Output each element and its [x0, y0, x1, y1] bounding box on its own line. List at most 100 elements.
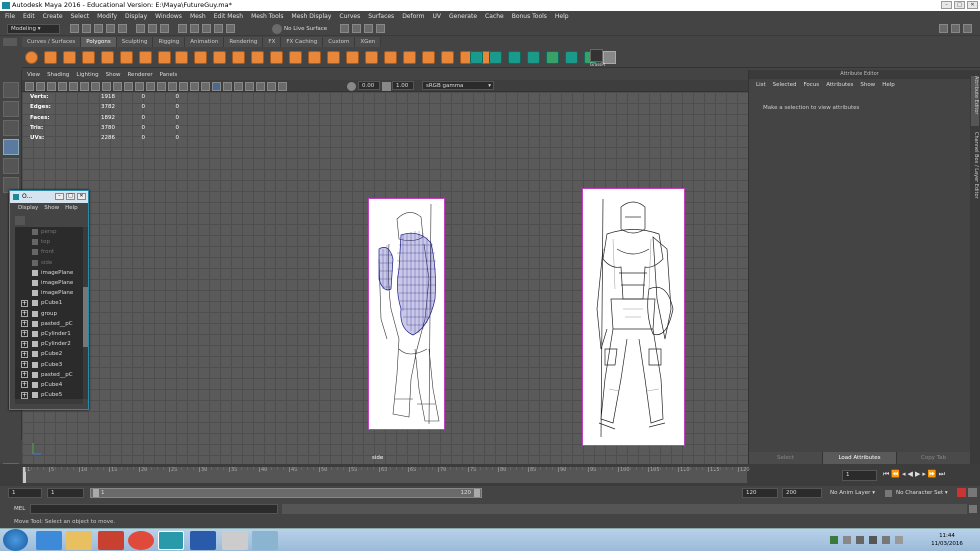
snap-grid-icon[interactable] [178, 24, 187, 33]
outliner-search-icon[interactable] [15, 216, 25, 225]
attribute-editor-tab[interactable]: Attribute Editor [971, 76, 979, 126]
menu-mesh[interactable]: Mesh [190, 13, 206, 20]
boolean-difference-icon[interactable] [308, 51, 321, 64]
outliner-item[interactable]: + pCylinder2 [15, 339, 83, 349]
outliner-item[interactable]: imagePlane [15, 288, 83, 298]
field-chart-icon[interactable] [113, 82, 122, 91]
new-scene-icon[interactable] [70, 24, 79, 33]
expand-icon[interactable]: + [21, 340, 28, 348]
outliner-item[interactable]: + pCube2 [15, 349, 83, 359]
xray-icon[interactable] [201, 82, 210, 91]
flag-tray-icon[interactable] [843, 536, 851, 544]
menu-mesh-tools[interactable]: Mesh Tools [251, 13, 283, 20]
menu-edit-mesh[interactable]: Edit Mesh [214, 13, 243, 20]
menu-bonus-tools[interactable]: Bonus Tools [512, 13, 547, 20]
expand-icon[interactable]: + [21, 320, 28, 328]
fill-hole-icon[interactable] [270, 51, 283, 64]
menu-cache[interactable]: Cache [485, 13, 504, 20]
xray-joints-icon[interactable] [223, 82, 232, 91]
shelf-tab-xgen[interactable]: XGen [355, 37, 382, 47]
menu-deform[interactable]: Deform [402, 13, 424, 20]
expand-icon[interactable]: + [21, 391, 28, 399]
poly-torus-icon[interactable] [101, 51, 114, 64]
isolate-select-icon[interactable] [212, 82, 221, 91]
step-back-frame-icon[interactable]: ◂ [902, 470, 906, 479]
menu-windows[interactable]: Windows [155, 13, 182, 20]
snap-curve-icon[interactable] [190, 24, 199, 33]
outliner-list[interactable]: persp top front side imagePlane imagePlane ima… [15, 227, 83, 399]
paint-select-tool-icon[interactable] [3, 120, 19, 136]
anti-aliasing-icon[interactable] [267, 82, 276, 91]
time-slider-track[interactable]: 1 5 10 15 20 25 30 35 40 45 50 55 60 65 70 75 80 85 90 95 10… [22, 467, 750, 483]
expand-icon[interactable]: + [21, 299, 28, 307]
smooth-icon[interactable] [213, 51, 226, 64]
live-surface-field[interactable]: No Live Surface [284, 24, 327, 34]
mode-selector[interactable]: Modeling ▾ [7, 24, 60, 34]
outliner-hscrollbar[interactable] [15, 399, 83, 404]
go-to-start-icon[interactable]: ⏮ [883, 470, 889, 479]
attr-menu-show[interactable]: Show [860, 79, 875, 91]
shelf-tab-polygons[interactable]: Polygons [81, 37, 117, 47]
motion-blur-icon[interactable] [256, 82, 265, 91]
go-to-end-icon[interactable]: ⏭ [939, 470, 945, 479]
character-set-dropdown[interactable]: No Character Set ▾ [896, 488, 948, 498]
play-forwards-icon[interactable]: ▶ [915, 470, 920, 479]
poly-cylinder-icon[interactable] [63, 51, 76, 64]
attr-menu-list[interactable]: List [756, 79, 766, 91]
outliner-maximize-button[interactable]: □ [66, 193, 75, 200]
textured-icon[interactable] [179, 82, 188, 91]
select-camera-icon[interactable] [25, 82, 34, 91]
step-forward-frame-icon[interactable]: ▸ [922, 470, 926, 479]
close-button[interactable]: ✕ [967, 1, 978, 9]
poly-disc-icon[interactable] [139, 51, 152, 64]
ipr-render-icon[interactable] [352, 24, 361, 33]
outliner-item[interactable]: imagePlane [15, 268, 83, 278]
shelf-tab-rigging[interactable]: Rigging [153, 37, 186, 47]
merge-icon[interactable] [403, 51, 416, 64]
grass-pt-icon[interactable] [590, 49, 603, 62]
playback-end-field[interactable]: 120 [742, 488, 778, 498]
outliner-item[interactable]: front [15, 247, 83, 257]
script-editor-icon[interactable] [969, 505, 977, 513]
menu-create[interactable]: Create [43, 13, 63, 20]
panel-menu-view[interactable]: View [27, 72, 40, 78]
internet-explorer-icon[interactable] [36, 531, 62, 550]
menu-surfaces[interactable]: Surfaces [368, 13, 394, 20]
split-polygon-icon[interactable] [441, 51, 454, 64]
attr-menu-help[interactable]: Help [882, 79, 895, 91]
shelf-menu-icon[interactable] [3, 38, 17, 46]
minimize-button[interactable]: – [941, 1, 952, 9]
outliner-menu-show[interactable]: Show [44, 203, 59, 213]
combine-icon[interactable] [175, 51, 188, 64]
outliner-item[interactable]: + pCube3 [15, 359, 83, 369]
load-attributes-button[interactable]: Load Attributes [823, 452, 897, 464]
current-frame-field[interactable]: 1 [842, 470, 877, 481]
outliner-item[interactable]: side [15, 258, 83, 268]
colorspace-dropdown[interactable]: sRGB gamma ▾ [422, 81, 494, 90]
menu-file[interactable]: File [5, 13, 15, 20]
select-hierarchy-icon[interactable] [136, 24, 145, 33]
word-icon[interactable] [190, 531, 216, 550]
attr-menu-focus[interactable]: Focus [803, 79, 819, 91]
outliner-item[interactable]: + pCube1 [15, 298, 83, 308]
planar-mapping-icon[interactable] [470, 51, 483, 64]
photo-viewer-icon[interactable] [252, 531, 278, 550]
append-polygon-icon[interactable] [422, 51, 435, 64]
command-input[interactable] [30, 504, 278, 514]
select-button[interactable]: Select [749, 452, 823, 464]
move-tool-icon[interactable] [3, 139, 19, 155]
panel-menu-show[interactable]: Show [106, 72, 121, 78]
maximize-button[interactable]: □ [954, 1, 965, 9]
extrude-icon[interactable] [346, 51, 359, 64]
range-end-handle[interactable] [474, 489, 480, 497]
separate-icon[interactable] [194, 51, 207, 64]
playback-start-field[interactable]: 1 [47, 488, 84, 498]
menu-uv[interactable]: UV [433, 13, 442, 20]
poly-cube-icon[interactable] [44, 51, 57, 64]
side-viewport[interactable]: Verts: 1918 0 0 Edges: 3782 0 0 Faces: 1892 0 0 Tris… [22, 92, 748, 464]
expand-icon[interactable]: + [21, 361, 28, 369]
menu-select[interactable]: Select [71, 13, 90, 20]
panel-menu-shading[interactable]: Shading [47, 72, 69, 78]
shelf-tab-rendering[interactable]: Rendering [224, 37, 264, 47]
undo-icon[interactable] [106, 24, 115, 33]
